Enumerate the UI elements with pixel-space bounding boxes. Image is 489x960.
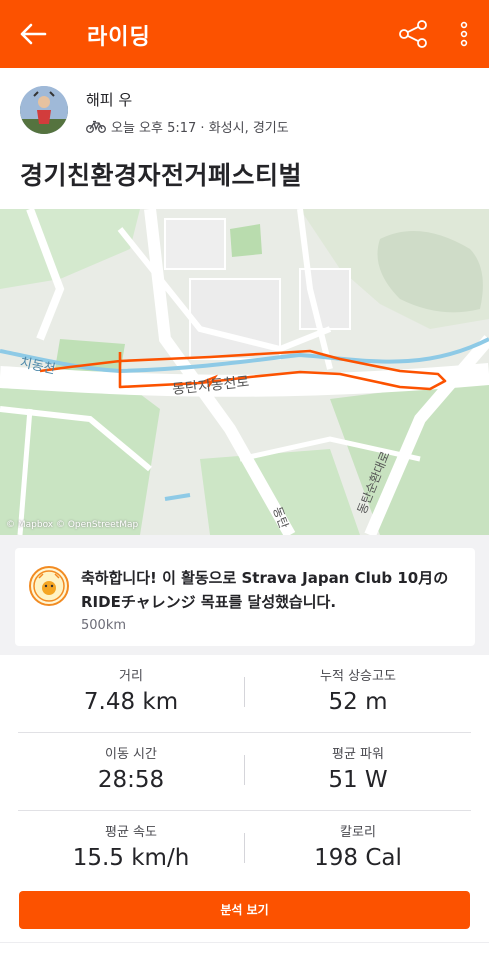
achievement-detail: 500km bbox=[81, 618, 127, 633]
stat-label: 거리 bbox=[119, 669, 143, 684]
share-icon[interactable] bbox=[397, 18, 429, 50]
page-title: 라이딩 bbox=[87, 25, 151, 50]
activity-title: 경기친환경자전거페스티벌 bbox=[20, 161, 303, 190]
stat-label: 평균 속도 bbox=[105, 825, 157, 840]
stat-calories: 칼로리 198 Cal bbox=[245, 821, 471, 871]
stat-avg-power: 평균 파워 51 W bbox=[245, 743, 471, 793]
stat-label: 칼로리 bbox=[340, 825, 376, 840]
avatar[interactable] bbox=[20, 86, 68, 134]
stat-avg-speed: 평균 속도 15.5 km/h bbox=[18, 821, 244, 871]
stat-value: 51 W bbox=[328, 767, 388, 793]
activity-time-location: 오늘 오후 5:17 · 화성시, 경기도 bbox=[111, 121, 289, 136]
map-attribution[interactable]: © Mapbox © OpenStreetMap bbox=[6, 520, 138, 530]
bottom-divider bbox=[0, 942, 489, 943]
app-bar: 라이딩 bbox=[0, 0, 489, 68]
stats-row: 이동 시간 28:58 평균 파워 51 W bbox=[18, 733, 471, 811]
stat-value: 52 m bbox=[328, 689, 388, 715]
avatar-image bbox=[20, 86, 68, 134]
author-row[interactable]: 해피 우 오늘 오후 5:17 · 화성시, 경기도 bbox=[20, 86, 480, 138]
stat-moving-time: 이동 시간 28:58 bbox=[18, 743, 244, 793]
more-options-icon[interactable] bbox=[452, 18, 476, 50]
stats-row: 거리 7.48 km 누적 상승고도 52 m bbox=[18, 655, 471, 733]
stat-value: 28:58 bbox=[97, 767, 165, 793]
bike-icon bbox=[86, 120, 106, 133]
stat-label: 평균 파워 bbox=[332, 747, 384, 762]
stats-grid: 거리 7.48 km 누적 상승고도 52 m 이동 시간 28:58 평균 파… bbox=[18, 655, 471, 889]
activity-meta: 오늘 오후 5:17 · 화성시, 경기도 bbox=[86, 117, 289, 136]
achievement-card[interactable]: 축하합니다! 이 활동으로 Strava Japan Club 10月のRIDE… bbox=[15, 548, 475, 646]
view-analysis-button[interactable]: 분석 보기 bbox=[19, 891, 470, 929]
stat-distance: 거리 7.48 km bbox=[18, 665, 244, 715]
back-arrow-icon[interactable] bbox=[18, 20, 50, 48]
route-map[interactable]: 동탄지동천로 치동천 동탄 동탄순환대로 © Mapbox © OpenStre… bbox=[0, 209, 489, 535]
stat-value: 198 Cal bbox=[314, 845, 402, 871]
stat-value: 15.5 km/h bbox=[72, 845, 190, 871]
stat-label: 이동 시간 bbox=[105, 747, 157, 762]
club-badge-icon bbox=[29, 566, 69, 606]
stat-value: 7.48 km bbox=[83, 689, 179, 715]
stat-elevation-gain: 누적 상승고도 52 m bbox=[245, 665, 471, 715]
achievement-message: 축하합니다! 이 활동으로 Strava Japan Club 10月のRIDE… bbox=[81, 569, 449, 611]
athlete-name[interactable]: 해피 우 bbox=[86, 89, 132, 110]
stat-label: 누적 상승고도 bbox=[320, 669, 396, 684]
stats-row: 평균 속도 15.5 km/h 칼로리 198 Cal bbox=[18, 811, 471, 889]
